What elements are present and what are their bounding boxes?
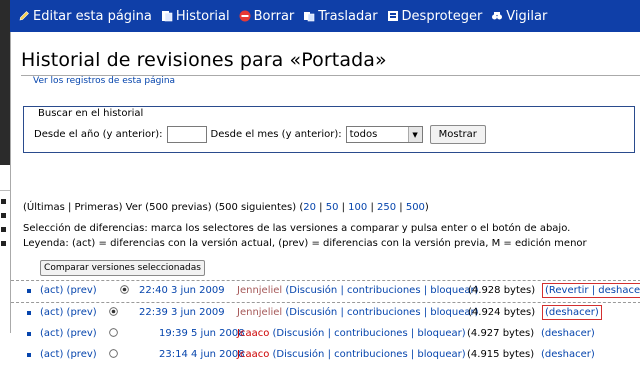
list-bullet [27, 311, 31, 315]
revision-row: (act) (prev) 22:40 3 jun 2009 Jennjeliel… [11, 280, 640, 302]
year-label: Desde el año (y anterior): [34, 129, 163, 140]
revision-row: (act) (prev) 19:39 5 jun 2008 Jcaaco (Di… [11, 324, 640, 345]
user-tools-links[interactable]: (Discusión | contribuciones | bloquear) [273, 349, 466, 360]
diff-help-line-1: Selección de diferencias: marca los sele… [23, 223, 571, 234]
page-content: Historial de revisiones para «Portada» V… [10, 32, 640, 360]
tab-edit-label: Editar esta página [33, 8, 152, 24]
prev-link[interactable]: (prev) [67, 349, 97, 360]
user-tools-links[interactable]: (Discusión | contribuciones | bloquear) [285, 285, 478, 296]
tab-move[interactable]: Trasladar [303, 8, 378, 24]
tab-history[interactable]: Historial [161, 9, 230, 24]
show-button[interactable]: Mostrar [429, 125, 486, 144]
diff-help-line-2: Leyenda: (act) = diferencias con la vers… [23, 238, 587, 249]
prev-link[interactable]: (prev) [67, 328, 97, 339]
revision-size: (4.924 bytes) [468, 307, 536, 318]
revision-user: Jennjeliel (Discusión | contribuciones |… [237, 285, 478, 296]
move-icon [304, 12, 315, 22]
nav-prefix: (Últimas | Primeras) Ver (500 previas) (… [23, 202, 304, 213]
limit-500-link[interactable]: 500 [406, 202, 425, 213]
diff-radio-old[interactable] [120, 285, 129, 294]
diff-radio-new[interactable] [109, 307, 118, 316]
limit-100-link[interactable]: 100 [348, 202, 367, 213]
revision-size: (4.928 bytes) [468, 285, 536, 296]
revision-user: Jcaaco (Discusión | contribuciones | blo… [237, 328, 466, 339]
undo-link[interactable]: (deshacer) [541, 328, 595, 339]
list-bullet [27, 289, 31, 293]
revision-time-link[interactable]: 19:39 5 jun 2008 [159, 328, 245, 339]
unprotect-icon [387, 11, 398, 21]
search-legend: Buscar en el historial [35, 108, 147, 119]
sidebar-bullet [1, 199, 6, 204]
page-title: Historial de revisiones para «Portada» [21, 49, 387, 71]
act-link[interactable]: (act) [40, 285, 63, 296]
act-link[interactable]: (act) [40, 349, 63, 360]
revision-time-link[interactable]: 22:39 3 jun 2009 [139, 307, 225, 318]
limit-50-link[interactable]: 50 [326, 202, 339, 213]
nav-suffix: ) [424, 202, 429, 213]
tab-watch[interactable]: Vigilar [491, 9, 547, 24]
sidebar-dark-panel [0, 0, 10, 165]
month-select-value: todos [349, 129, 378, 140]
tab-history-label: Historial [175, 8, 230, 24]
chevron-down-icon: ▼ [407, 127, 422, 142]
month-label: Desde el mes (y anterior): [210, 129, 342, 140]
user-tools-links[interactable]: (Discusión | contribuciones | bloquear) [285, 307, 478, 318]
revision-act-prev: (act) (prev) [40, 285, 97, 296]
revision-list: (act) (prev) 22:40 3 jun 2009 Jennjeliel… [11, 280, 640, 366]
tab-edit[interactable]: Editar esta página [18, 9, 152, 24]
sidebar-bullet [1, 227, 6, 232]
list-bullet [27, 353, 31, 357]
sidebar-divider [0, 190, 10, 191]
tab-move-label: Trasladar [318, 8, 378, 24]
compare-versions-button[interactable]: Comparar versiones seleccionadas [40, 260, 205, 276]
limit-20-link[interactable]: 20 [303, 202, 316, 213]
view-logs-link[interactable]: Ver los registros de esta página [33, 76, 175, 86]
year-input[interactable] [166, 126, 207, 143]
revision-user: Jennjeliel (Discusión | contribuciones |… [237, 307, 478, 318]
history-icon [161, 11, 173, 22]
search-form-row: Desde el año (y anterior): Desde el mes … [34, 125, 486, 144]
undo-link[interactable]: (deshacer) [542, 305, 602, 320]
watch-icon [492, 12, 503, 20]
revision-act-prev: (act) (prev) [40, 328, 97, 339]
tab-delete-label: Borrar [253, 8, 295, 24]
revision-act-prev: (act) (prev) [40, 307, 97, 318]
user-link[interactable]: Jcaaco [237, 349, 269, 360]
user-link[interactable]: Jennjeliel [237, 285, 282, 296]
revision-size: (4.927 bytes) [467, 328, 535, 339]
pagination-nav: (Últimas | Primeras) Ver (500 previas) (… [23, 202, 429, 213]
revision-size: (4.915 bytes) [467, 349, 535, 360]
revision-act-prev: (act) (prev) [40, 349, 97, 360]
limit-250-link[interactable]: 250 [377, 202, 396, 213]
tab-watch-label: Vigilar [506, 8, 548, 24]
tab-unprotect[interactable]: Desproteger [387, 8, 483, 24]
left-sidebar-edge [0, 0, 10, 333]
prev-link[interactable]: (prev) [67, 285, 97, 296]
sidebar-bullet [1, 213, 6, 218]
prev-link[interactable]: (prev) [67, 307, 97, 318]
month-select[interactable]: todos ▼ [345, 126, 423, 143]
tab-unprotect-label: Desproteger [401, 8, 483, 24]
revision-time-link[interactable]: 22:40 3 jun 2009 [139, 285, 225, 296]
diff-radio-new[interactable] [109, 349, 118, 358]
revert-undo-links[interactable]: (Revertir | deshacer) [542, 283, 640, 298]
revision-row: (act) (prev) 23:14 4 jun 2008 Jcaaco (Di… [11, 345, 640, 366]
revision-row: (act) (prev) 22:39 3 jun 2009 Jennjeliel… [11, 302, 640, 324]
user-link[interactable]: Jennjeliel [237, 307, 282, 318]
undo-link[interactable]: (deshacer) [541, 349, 595, 360]
revision-user: Jcaaco (Discusión | contribuciones | blo… [237, 349, 466, 360]
act-link[interactable]: (act) [40, 328, 63, 339]
page-actions-bar: Editar esta página Historial Borrar Tras… [10, 0, 640, 32]
delete-icon [239, 10, 251, 22]
user-link[interactable]: Jcaaco [237, 328, 269, 339]
revision-time-link[interactable]: 23:14 4 jun 2008 [159, 349, 245, 360]
user-tools-links[interactable]: (Discusión | contribuciones | bloquear) [273, 328, 466, 339]
sidebar-bullet [1, 241, 6, 246]
tab-delete[interactable]: Borrar [239, 8, 295, 24]
act-link[interactable]: (act) [40, 307, 63, 318]
pencil-icon [19, 11, 29, 21]
